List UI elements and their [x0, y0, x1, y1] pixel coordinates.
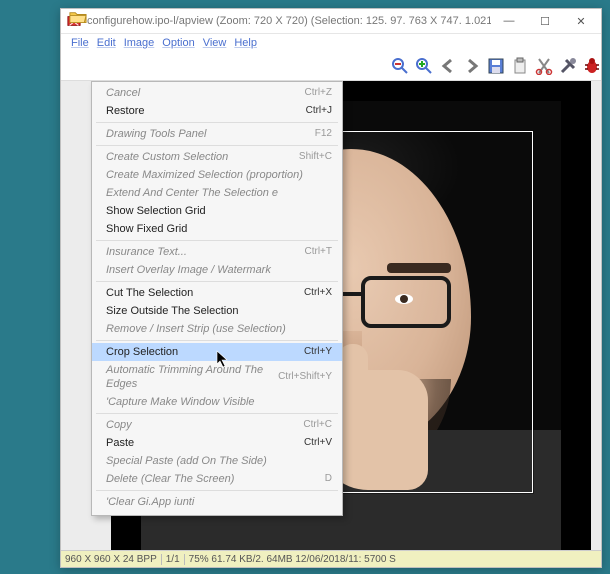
- minimize-button[interactable]: —: [491, 10, 527, 32]
- status-page: 1/1: [166, 554, 185, 565]
- menu-image[interactable]: Image: [120, 37, 159, 49]
- menu-item-create-custom-selection: Create Custom Selection Shift+C: [92, 148, 342, 166]
- menu-item-label: Restore: [106, 104, 145, 118]
- menu-item-cancel: Cancel Ctrl+Z: [92, 84, 342, 102]
- menu-item-extend-and-center-the-selection-e: Extend And Center The Selection e: [92, 184, 342, 202]
- menu-item-capture-make-window-visible: 'Capture Make Window Visible: [92, 393, 342, 411]
- menu-item-shortcut: Ctrl+C: [303, 418, 332, 432]
- menu-view[interactable]: View: [199, 37, 231, 49]
- menu-help[interactable]: Help: [230, 37, 261, 49]
- menu-item-shortcut: Ctrl+X: [304, 286, 332, 300]
- menu-item-shortcut: Ctrl+Z: [305, 86, 333, 100]
- tools-icon[interactable]: [559, 57, 577, 75]
- menu-item-label: Cancel: [106, 86, 140, 100]
- menu-item-drawing-tools-panel: Drawing Tools Panel F12: [92, 125, 342, 143]
- save-icon[interactable]: [487, 57, 505, 75]
- zoom-in-icon[interactable]: [415, 57, 433, 75]
- menu-item-cut-the-selection[interactable]: Cut The Selection Ctrl+X: [92, 284, 342, 302]
- menu-item-delete-clear-the-screen: Delete (Clear The Screen) D: [92, 470, 342, 488]
- bug-icon[interactable]: [583, 57, 601, 75]
- maximize-button[interactable]: ☐: [527, 10, 563, 32]
- menu-item-show-selection-grid[interactable]: Show Selection Grid: [92, 202, 342, 220]
- menu-item-shortcut: Ctrl+J: [306, 104, 332, 118]
- menu-item-special-paste-add-on-the-side: Special Paste (add On The Side): [92, 452, 342, 470]
- arrow-right-icon[interactable]: [463, 57, 481, 75]
- status-dims: 960 X 960 X 24 BPP: [65, 554, 162, 565]
- menu-item-label: Show Selection Grid: [106, 204, 206, 218]
- menu-item-label: Remove / Insert Strip (use Selection): [106, 322, 286, 336]
- menu-item-size-outside-the-selection[interactable]: Size Outside The Selection: [92, 302, 342, 320]
- menu-item-label: Show Fixed Grid: [106, 222, 187, 236]
- menu-item-clear-gi-app-iunti: 'Clear Gi.App iunti: [92, 493, 342, 511]
- menubar: File Edit Image Option View Help: [61, 34, 601, 52]
- menu-item-label: Delete (Clear The Screen): [106, 472, 234, 486]
- menu-item-restore[interactable]: Restore Ctrl+J: [92, 102, 342, 120]
- menu-item-remove-insert-strip-use-selection: Remove / Insert Strip (use Selection): [92, 320, 342, 338]
- menu-item-label: Cut The Selection: [106, 286, 193, 300]
- menu-item-label: 'Clear Gi.App iunti: [106, 495, 194, 509]
- arrow-left-icon[interactable]: [439, 57, 457, 75]
- menu-file[interactable]: File: [67, 37, 93, 49]
- clipboard-icon[interactable]: [511, 57, 529, 75]
- menu-option[interactable]: Option: [158, 37, 198, 49]
- status-info: 75% 61.74 KB/2. 64MB 12/06/2018/11: 5700…: [189, 554, 396, 565]
- menu-item-label: Drawing Tools Panel: [106, 127, 206, 141]
- menu-item-shortcut: Ctrl+T: [305, 245, 333, 259]
- menu-item-label: Extend And Center The Selection e: [106, 186, 278, 200]
- menu-item-copy: Copy Ctrl+C: [92, 416, 342, 434]
- menu-item-paste[interactable]: Paste Ctrl+V: [92, 434, 342, 452]
- open-folder-icon[interactable]: [69, 10, 87, 26]
- statusbar: 960 X 960 X 24 BPP 1/1 75% 61.74 KB/2. 6…: [61, 550, 601, 567]
- menu-item-insurance-text: Insurance Text... Ctrl+T: [92, 243, 342, 261]
- menu-item-label: Special Paste (add On The Side): [106, 454, 267, 468]
- menu-item-label: Copy: [106, 418, 132, 432]
- window-title: configurehow.ipo-l/apview (Zoom: 720 X 7…: [87, 15, 491, 27]
- menu-item-shortcut: Shift+C: [299, 150, 332, 164]
- menu-item-label: Insurance Text...: [106, 245, 187, 259]
- menu-item-label: Insert Overlay Image / Watermark: [106, 263, 271, 277]
- menu-item-create-maximized-selection-proportion: Create Maximized Selection (proportion): [92, 166, 342, 184]
- zoom-out-icon[interactable]: [391, 57, 409, 75]
- menu-item-shortcut: Ctrl+V: [304, 436, 332, 450]
- menu-item-label: Create Custom Selection: [106, 150, 228, 164]
- menu-edit[interactable]: Edit: [93, 37, 120, 49]
- menu-item-shortcut: D: [325, 472, 332, 486]
- menu-item-shortcut: Ctrl+Shift+Y: [278, 370, 332, 384]
- menu-item-label: 'Capture Make Window Visible: [106, 395, 255, 409]
- menu-item-label: Create Maximized Selection (proportion): [106, 168, 303, 182]
- image-canvas[interactable]: Cancel Ctrl+Z Restore Ctrl+J Drawing Tools P…: [61, 81, 601, 550]
- app-window: configurehow.ipo-l/apview (Zoom: 720 X 7…: [60, 8, 602, 568]
- cursor-icon: [216, 350, 228, 366]
- menu-item-shortcut: F12: [315, 127, 332, 141]
- menu-item-label: Size Outside The Selection: [106, 304, 238, 318]
- menu-item-insert-overlay-image-watermark: Insert Overlay Image / Watermark: [92, 261, 342, 279]
- menu-item-label: Automatic Trimming Around The Edges: [106, 363, 278, 391]
- cut-icon[interactable]: [535, 57, 553, 75]
- close-button[interactable]: ✕: [563, 10, 599, 32]
- menu-item-shortcut: Ctrl+Y: [304, 345, 332, 359]
- toolbar: [61, 52, 601, 81]
- titlebar: configurehow.ipo-l/apview (Zoom: 720 X 7…: [61, 9, 601, 34]
- menu-item-show-fixed-grid[interactable]: Show Fixed Grid: [92, 220, 342, 238]
- edit-context-menu: Cancel Ctrl+Z Restore Ctrl+J Drawing Tools P…: [91, 81, 343, 516]
- menu-item-label: Paste: [106, 436, 134, 450]
- menu-item-label: Crop Selection: [106, 345, 178, 359]
